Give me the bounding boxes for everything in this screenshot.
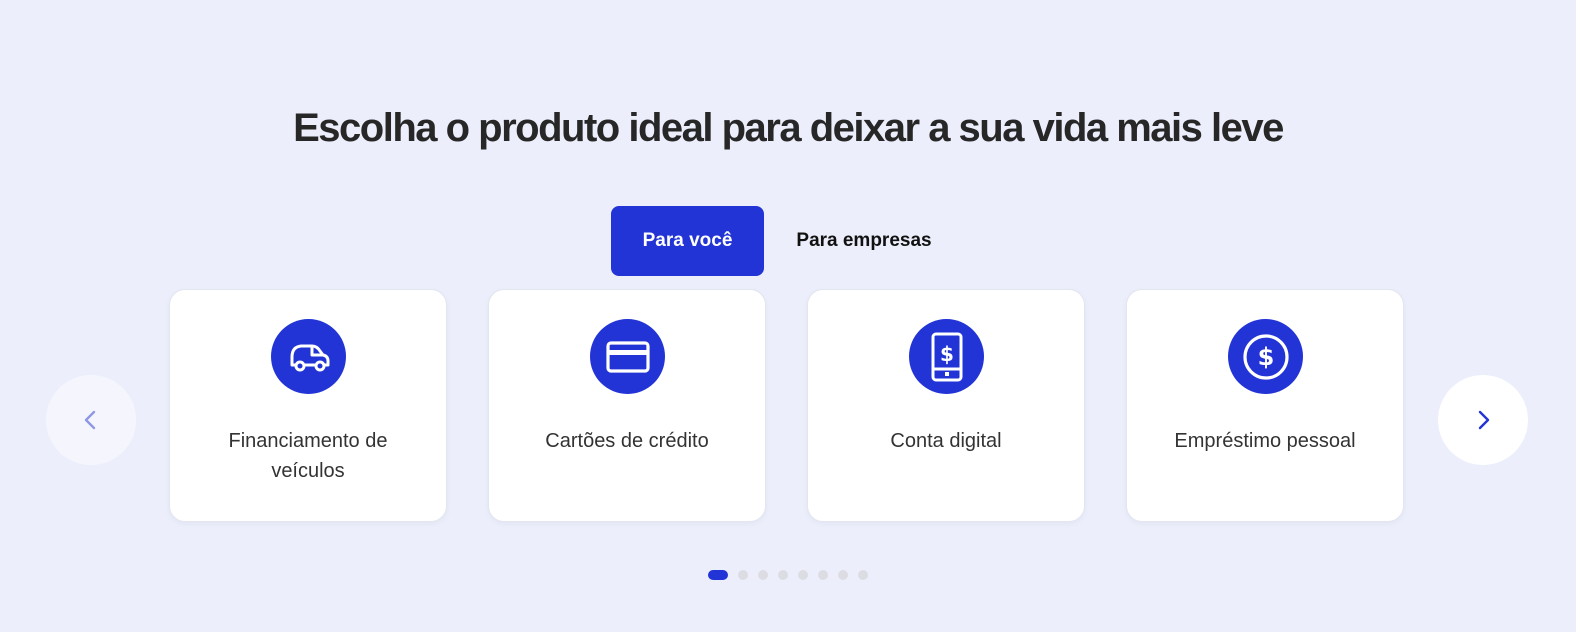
tab-para-empresas[interactable]: Para empresas: [764, 206, 964, 276]
carousel-pagination: [708, 570, 878, 580]
section-title: Escolha o produto ideal para deixar a su…: [293, 106, 1284, 150]
product-card-emprestimo[interactable]: $ Empréstimo pessoal: [1126, 289, 1404, 522]
tab-para-voce[interactable]: Para você: [611, 206, 764, 276]
product-card-label: Empréstimo pessoal: [1174, 430, 1356, 452]
product-card-label: Conta digital: [890, 430, 1002, 452]
pagination-dot-5[interactable]: [798, 570, 808, 580]
chevron-right-icon: [1478, 410, 1490, 430]
pagination-dot-8[interactable]: [858, 570, 868, 580]
svg-text:$: $: [1257, 343, 1274, 371]
mobile-dollar-icon: $: [909, 319, 984, 394]
product-card-label: Cartões de crédito: [545, 430, 709, 452]
product-card-cartoes[interactable]: Cartões de crédito: [488, 289, 766, 522]
dollar-coin-icon: $: [1228, 319, 1303, 394]
audience-tabs: Para você Para empresas: [611, 206, 964, 276]
carousel-next-button[interactable]: [1438, 375, 1528, 465]
pagination-dot-2[interactable]: [738, 570, 748, 580]
product-card-conta-digital[interactable]: $ Conta digital: [807, 289, 1085, 522]
product-card-financiamento[interactable]: Financiamento de veículos: [169, 289, 447, 522]
product-card-label: Financiamento de veículos: [228, 430, 388, 482]
pagination-dot-1[interactable]: [708, 570, 728, 580]
pagination-dot-3[interactable]: [758, 570, 768, 580]
pagination-dot-7[interactable]: [838, 570, 848, 580]
pagination-dot-6[interactable]: [818, 570, 828, 580]
credit-card-icon: [590, 319, 665, 394]
car-icon: [271, 319, 346, 394]
svg-text:$: $: [940, 342, 954, 366]
carousel-prev-button[interactable]: [46, 375, 136, 465]
pagination-dot-4[interactable]: [778, 570, 788, 580]
chevron-left-icon: [84, 410, 96, 430]
